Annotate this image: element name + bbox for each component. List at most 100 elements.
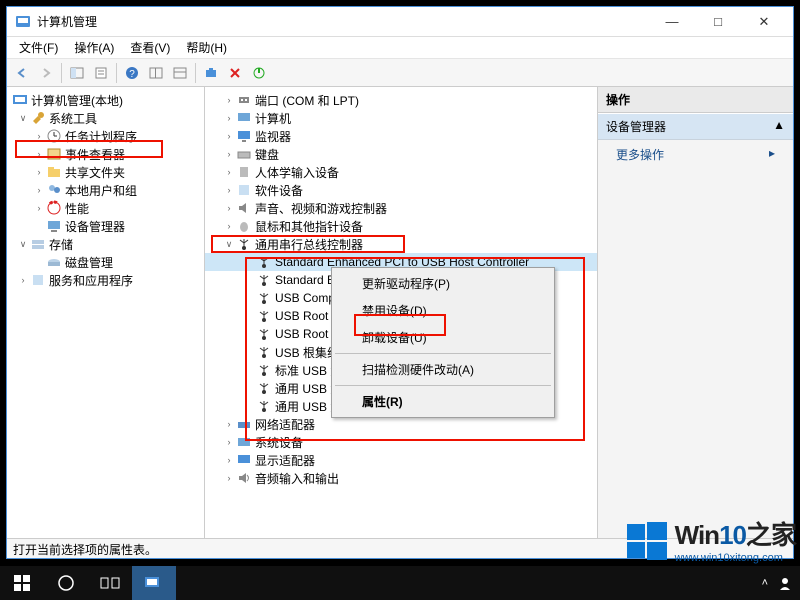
usb-controllers-node[interactable]: ∨通用串行总线控制器 <box>205 235 597 253</box>
device-mgr-icon <box>46 218 62 234</box>
expand-icon[interactable]: › <box>223 130 235 142</box>
toolbar: ? <box>7 59 793 87</box>
keyboard-node[interactable]: ›键盘 <box>205 145 597 163</box>
expand-icon[interactable]: › <box>223 202 235 214</box>
storage-node[interactable]: ∨存储 <box>7 235 204 253</box>
actions-subheader[interactable]: 设备管理器▲ <box>598 113 793 140</box>
taskbar-app-active[interactable] <box>132 566 176 600</box>
expand-icon[interactable]: › <box>223 436 235 448</box>
event-viewer-node[interactable]: ›事件查看器 <box>7 145 204 163</box>
separator <box>116 63 117 83</box>
ctx-disable[interactable]: 禁用设备(D) <box>334 297 552 324</box>
monitor-icon <box>236 128 252 144</box>
node-label: 本地用户和组 <box>65 182 137 199</box>
expand-icon[interactable]: › <box>223 94 235 106</box>
expand-icon[interactable]: › <box>223 148 235 160</box>
uninstall-button[interactable] <box>224 62 246 84</box>
expand-icon[interactable]: ∨ <box>17 112 29 124</box>
help-button[interactable]: ? <box>121 62 143 84</box>
back-button[interactable] <box>11 62 33 84</box>
separator <box>195 63 196 83</box>
audio-io-node[interactable]: › 音频输入和输出 <box>205 469 597 487</box>
hid-node[interactable]: ›人体学输入设备 <box>205 163 597 181</box>
close-button[interactable]: ✕ <box>741 7 787 37</box>
window-controls: — □ ✕ <box>649 7 787 37</box>
maximize-button[interactable]: □ <box>695 7 741 37</box>
expand-icon[interactable]: › <box>33 166 45 178</box>
minimize-button[interactable]: — <box>649 7 695 37</box>
expand-icon[interactable]: › <box>223 166 235 178</box>
action-label: 更多操作 <box>616 148 664 162</box>
ctx-update-driver[interactable]: 更新驱动程序(P) <box>334 270 552 297</box>
wrench-icon <box>30 110 46 126</box>
local-users-node[interactable]: › 本地用户和组 <box>7 181 204 199</box>
enable-button[interactable] <box>248 62 270 84</box>
expand-icon[interactable]: › <box>223 112 235 124</box>
system-devices-node[interactable]: ›系统设备 <box>205 433 597 451</box>
menu-view[interactable]: 查看(V) <box>122 37 178 58</box>
node-label: 显示适配器 <box>255 452 315 469</box>
expand-icon[interactable]: › <box>33 202 45 214</box>
forward-button[interactable] <box>35 62 57 84</box>
scan-hardware-button[interactable] <box>200 62 222 84</box>
root-node[interactable]: 计算机管理(本地) <box>7 91 204 109</box>
node-label: 磁盘管理 <box>65 254 113 271</box>
tray-up-icon[interactable]: ˄ <box>762 577 768 589</box>
device-manager-node[interactable]: 设备管理器 <box>7 217 204 235</box>
ctx-scan[interactable]: 扫描检测硬件改动(A) <box>334 356 552 383</box>
computer-node[interactable]: ›计算机 <box>205 109 597 127</box>
sound-node[interactable]: › 声音、视频和游戏控制器 <box>205 199 597 217</box>
titlebar: 计算机管理 — □ ✕ <box>7 7 793 37</box>
shared-folders-node[interactable]: ›共享文件夹 <box>7 163 204 181</box>
more-actions[interactable]: 更多操作 ▸ <box>598 140 793 169</box>
expand-icon[interactable]: › <box>223 454 235 466</box>
expand-icon[interactable]: › <box>223 220 235 232</box>
system-tray[interactable]: ˄ <box>762 576 800 590</box>
device-tree[interactable]: ›端口 (COM 和 LPT) ›计算机 ›监视器 ›键盘 ›人体学输入设备 ›… <box>205 87 598 538</box>
watermark: Win10之家 www.win10xitong.com <box>625 515 796 564</box>
software-node[interactable]: ›软件设备 <box>205 181 597 199</box>
collapse-arrow-icon[interactable]: ▲ <box>773 118 785 135</box>
disk-mgmt-node[interactable]: 磁盘管理 <box>7 253 204 271</box>
display-node[interactable]: › 显示适配器 <box>205 451 597 469</box>
collapse-icon[interactable]: ∨ <box>223 238 235 250</box>
show-hide-tree-button[interactable] <box>66 62 88 84</box>
expand-icon[interactable]: ∨ <box>17 238 29 250</box>
task-view-button[interactable] <box>88 566 132 600</box>
properties-button[interactable] <box>90 62 112 84</box>
menu-file[interactable]: 文件(F) <box>11 37 66 58</box>
node-label: 声音、视频和游戏控制器 <box>255 200 387 217</box>
expand-icon[interactable]: › <box>223 418 235 430</box>
view-large-button[interactable] <box>145 62 167 84</box>
users-icon <box>46 182 62 198</box>
expand-icon[interactable]: › <box>223 184 235 196</box>
expand-icon[interactable]: › <box>33 130 45 142</box>
ports-node[interactable]: ›端口 (COM 和 LPT) <box>205 91 597 109</box>
mouse-icon <box>236 218 252 234</box>
expand-icon[interactable]: › <box>17 274 29 286</box>
performance-node[interactable]: ›性能 <box>7 199 204 217</box>
keyboard-icon <box>236 146 252 162</box>
task-scheduler-node[interactable]: ›任务计划程序 <box>7 127 204 145</box>
menu-operate[interactable]: 操作(A) <box>66 37 122 58</box>
services-apps-node[interactable]: ›服务和应用程序 <box>7 271 204 289</box>
expand-icon[interactable]: › <box>33 148 45 160</box>
brand-c: 之家 <box>746 520 796 550</box>
system-tools-node[interactable]: ∨ 系统工具 <box>7 109 204 127</box>
expand-icon[interactable]: › <box>33 184 45 196</box>
view-detail-button[interactable] <box>169 62 191 84</box>
hid-icon <box>236 164 252 180</box>
separator <box>61 63 62 83</box>
left-tree[interactable]: 计算机管理(本地) ∨ 系统工具 ›任务计划程序 ›事件查看器 ›共享文件夹 ›… <box>7 87 205 538</box>
cortana-button[interactable] <box>44 566 88 600</box>
start-button[interactable] <box>0 566 44 600</box>
menu-help[interactable]: 帮助(H) <box>178 37 235 58</box>
ctx-uninstall[interactable]: 卸载设备(U) <box>334 324 552 351</box>
people-icon[interactable] <box>778 576 792 590</box>
mouse-node[interactable]: ›鼠标和其他指针设备 <box>205 217 597 235</box>
ctx-properties[interactable]: 属性(R) <box>334 388 552 415</box>
node-label: 音频输入和输出 <box>255 470 339 487</box>
expand-icon[interactable]: › <box>223 472 235 484</box>
usb-device-icon <box>256 362 272 378</box>
monitor-node[interactable]: ›监视器 <box>205 127 597 145</box>
